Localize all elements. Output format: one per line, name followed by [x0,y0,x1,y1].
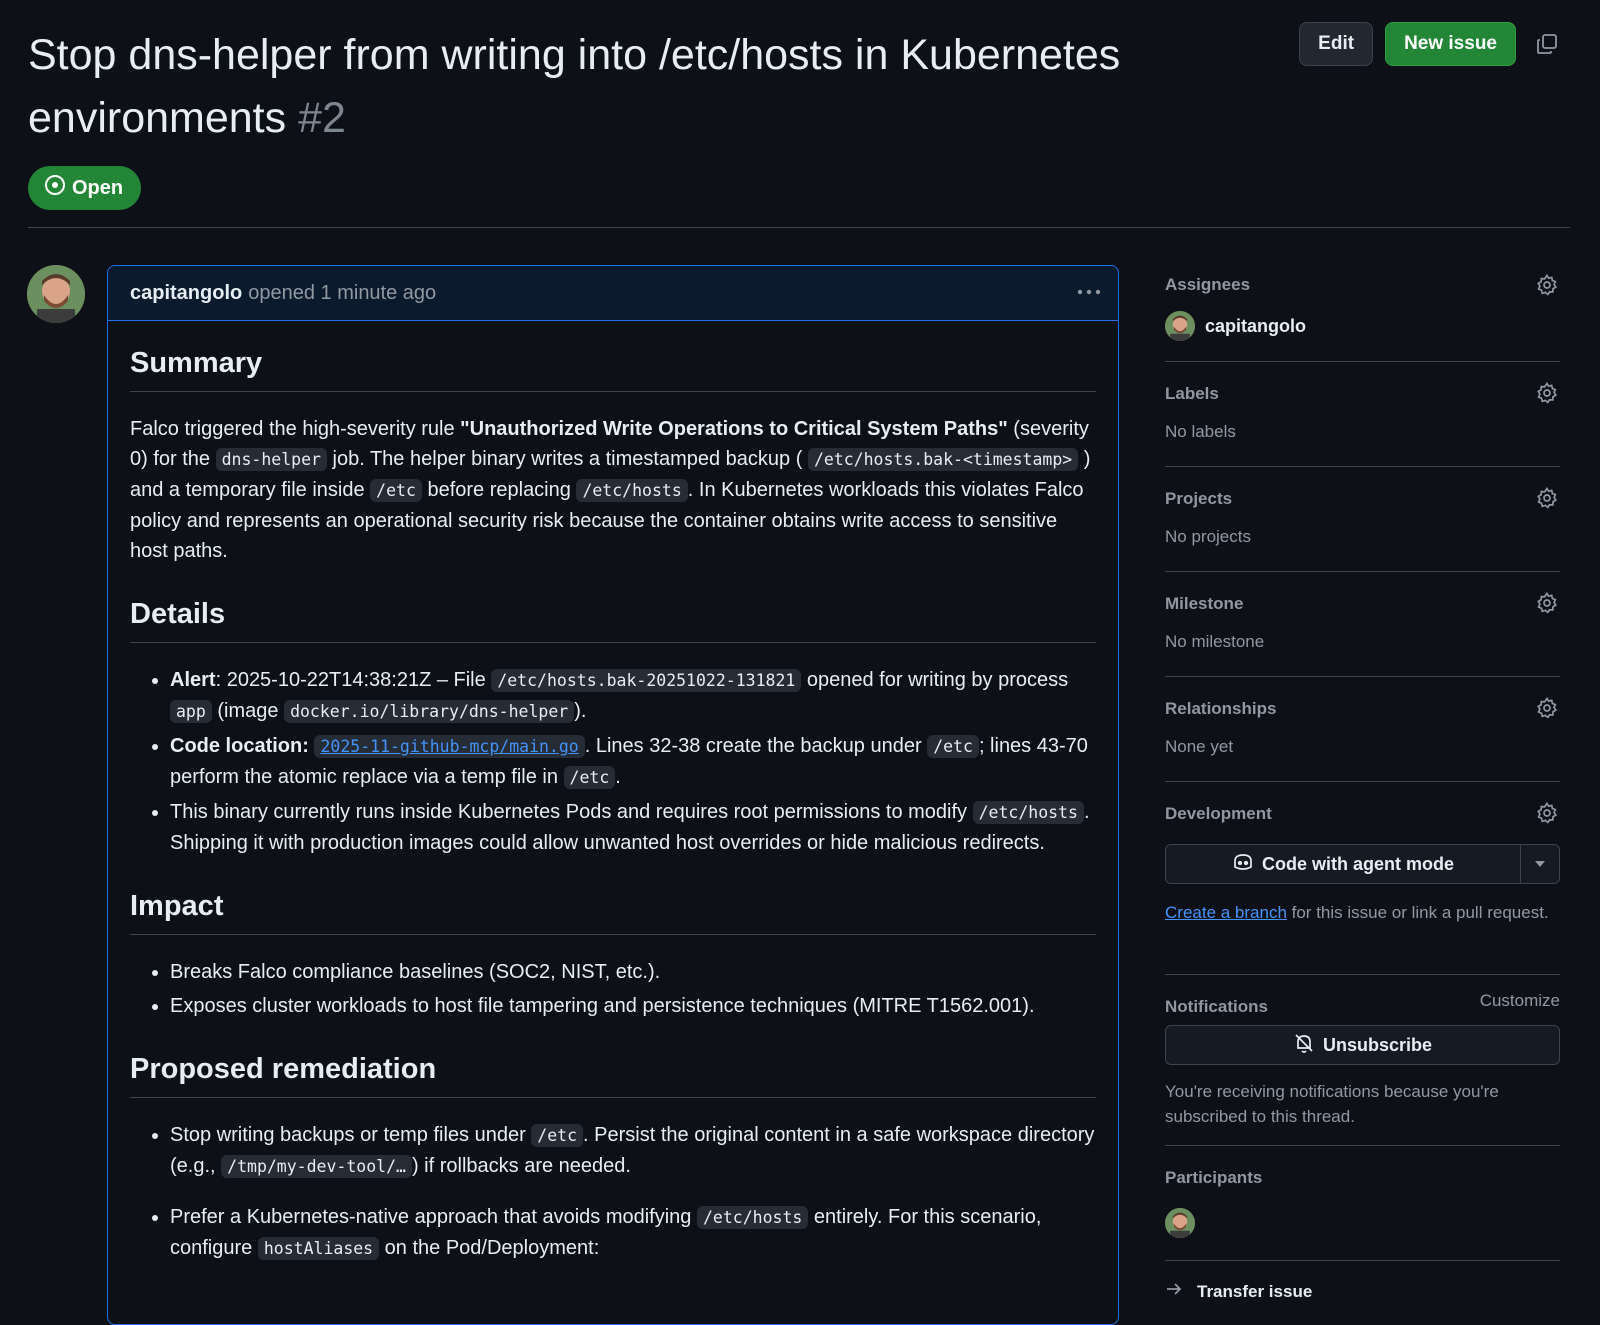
assignees-title[interactable]: Assignees [1165,275,1250,295]
projects-section: Projects No projects [1165,467,1560,572]
comment-header: capitangolo opened 1 minute ago [108,266,1118,321]
chevron-down-icon[interactable] [1521,845,1559,883]
labels-section: Labels No labels [1165,362,1560,467]
summary-heading: Summary [130,345,1096,392]
issue-comment: capitangolo opened 1 minute ago Summary … [107,265,1119,1325]
transfer-issue-label: Transfer issue [1197,1281,1313,1301]
labels-value: No labels [1165,422,1236,441]
impact-list: Breaks Falco compliance baselines (SOC2,… [130,957,1096,1021]
notifications-section: Notifications Customize Unsubscribe You'… [1165,975,1560,1146]
status-badge-label: Open [72,176,124,199]
relationships-title[interactable]: Relationships [1165,699,1276,719]
relationships-section: Relationships None yet [1165,677,1560,782]
details-list: Alert: 2025-10-22T14:38:21Z – File /etc/… [130,665,1096,858]
milestone-title[interactable]: Milestone [1165,594,1243,614]
issue-number: #2 [298,94,346,142]
gear-icon[interactable] [1536,486,1560,511]
development-section: Development Code with agent mode Create … [1165,782,1560,975]
projects-title[interactable]: Projects [1165,489,1232,509]
assignee-name[interactable]: capitangolo [1205,316,1306,337]
comment-body: Summary Falco triggered the high-severit… [108,345,1118,1264]
transfer-issue-button[interactable]: Transfer issue [1165,1281,1560,1302]
remediation-heading: Proposed remediation [130,1051,1096,1098]
list-item: Code location: 2025-11-github-mcp/main.g… [170,731,1096,793]
gear-icon[interactable] [1536,696,1560,721]
development-title[interactable]: Development [1165,804,1272,824]
header-divider [28,227,1570,228]
code-with-agent-main[interactable]: Code with agent mode [1166,845,1521,883]
issue-opened-icon [44,174,66,202]
avatar[interactable] [27,265,85,323]
projects-value: No projects [1165,527,1251,546]
assignees-section: Assignees capitangolo [1165,265,1560,362]
code-with-agent-label: Code with agent mode [1261,853,1454,874]
unsubscribe-label: Unsubscribe [1322,1034,1433,1055]
list-item: Breaks Falco compliance baselines (SOC2,… [170,957,1096,987]
labels-title[interactable]: Labels [1165,384,1219,404]
copilot-icon [1232,852,1254,877]
milestone-section: Milestone No milestone [1165,572,1560,677]
relationships-value: None yet [1165,737,1234,756]
summary-paragraph: Falco triggered the high-severity rule "… [130,418,1091,562]
issue-title-text: Stop dns-helper from writing into /etc/h… [28,31,1121,142]
list-item: Stop writing backups or temp files under… [170,1120,1096,1182]
header-actions: Edit New issue [1299,22,1560,66]
comment-timestamp[interactable]: opened 1 minute ago [248,282,436,305]
assignee-row[interactable]: capitangolo [1165,311,1306,341]
participants-section: Participants [1165,1146,1560,1261]
arrow-right-icon [1165,1281,1183,1302]
details-heading: Details [130,596,1096,643]
avatar[interactable] [1165,1208,1195,1238]
list-item: Prefer a Kubernetes-native approach that… [170,1202,1096,1264]
notifications-note: You're receiving notifications because y… [1165,1082,1499,1126]
development-note: Create a branch for this issue or link a… [1165,903,1549,922]
unsubscribe-button[interactable]: Unsubscribe [1165,1025,1560,1065]
comment-author[interactable]: capitangolo [130,282,242,305]
bell-slash-icon [1293,1032,1315,1059]
milestone-value: No milestone [1165,632,1265,651]
list-item: This binary currently runs inside Kubern… [170,797,1096,858]
list-item: Exposes cluster workloads to host file t… [170,991,1096,1021]
issue-sidebar: Assignees capitangolo Labels No labels P… [1165,265,1560,1302]
gear-icon[interactable] [1536,381,1560,406]
notifications-title: Notifications [1165,997,1268,1016]
code-with-agent-button: Code with agent mode [1165,844,1560,884]
status-badge: Open [28,166,142,210]
impact-heading: Impact [130,888,1096,935]
avatar [1165,311,1195,341]
customize-link[interactable]: Customize [1480,991,1560,1011]
create-branch-link[interactable]: Create a branch [1165,903,1287,922]
participants-title: Participants [1165,1168,1263,1187]
gear-icon[interactable] [1536,273,1560,298]
gear-icon[interactable] [1536,801,1560,826]
edit-button[interactable]: Edit [1299,22,1374,66]
list-item: Alert: 2025-10-22T14:38:21Z – File /etc/… [170,665,1096,727]
issue-title: Stop dns-helper from writing into /etc/h… [28,24,1188,150]
new-issue-button[interactable]: New issue [1385,22,1516,66]
remediation-list: Stop writing backups or temp files under… [130,1120,1096,1264]
kebab-menu-icon[interactable] [1074,280,1104,304]
gear-icon[interactable] [1536,591,1560,616]
copy-icon[interactable] [1534,31,1560,57]
code-location-link[interactable]: 2025-11-github-mcp/main.go [320,737,578,756]
